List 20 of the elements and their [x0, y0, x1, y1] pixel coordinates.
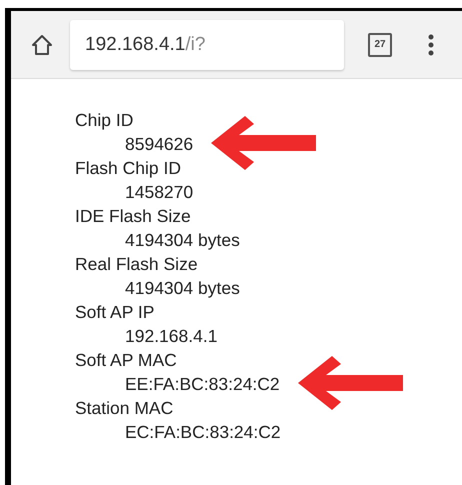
info-value: 4194304 bytes — [125, 277, 240, 300]
info-value: EC:FA:BC:83:24:C2 — [125, 421, 281, 444]
info-value: EE:FA:BC:83:24:C2 — [125, 373, 280, 396]
menu-icon[interactable] — [428, 34, 434, 56]
info-label: Flash Chip ID — [75, 157, 182, 180]
info-value: 8594626 — [125, 133, 194, 156]
info-label: Station MAC — [75, 397, 174, 420]
info-value: 192.168.4.1 — [125, 325, 218, 348]
address-bar[interactable]: 192.168.4.1/i? — [70, 20, 344, 70]
info-value: 4194304 bytes — [125, 229, 240, 252]
info-label: Chip ID — [75, 109, 134, 132]
tab-count[interactable]: 27 — [368, 32, 392, 56]
arrow-icon — [211, 116, 316, 170]
info-label: Soft AP IP — [75, 301, 154, 324]
info-value: 1458270 — [125, 181, 194, 204]
arrow-icon — [298, 356, 403, 410]
info-label: Soft AP MAC — [75, 349, 177, 372]
home-icon[interactable] — [31, 34, 53, 56]
info-label: IDE Flash Size — [75, 205, 191, 228]
info-label: Real Flash Size — [75, 253, 198, 276]
